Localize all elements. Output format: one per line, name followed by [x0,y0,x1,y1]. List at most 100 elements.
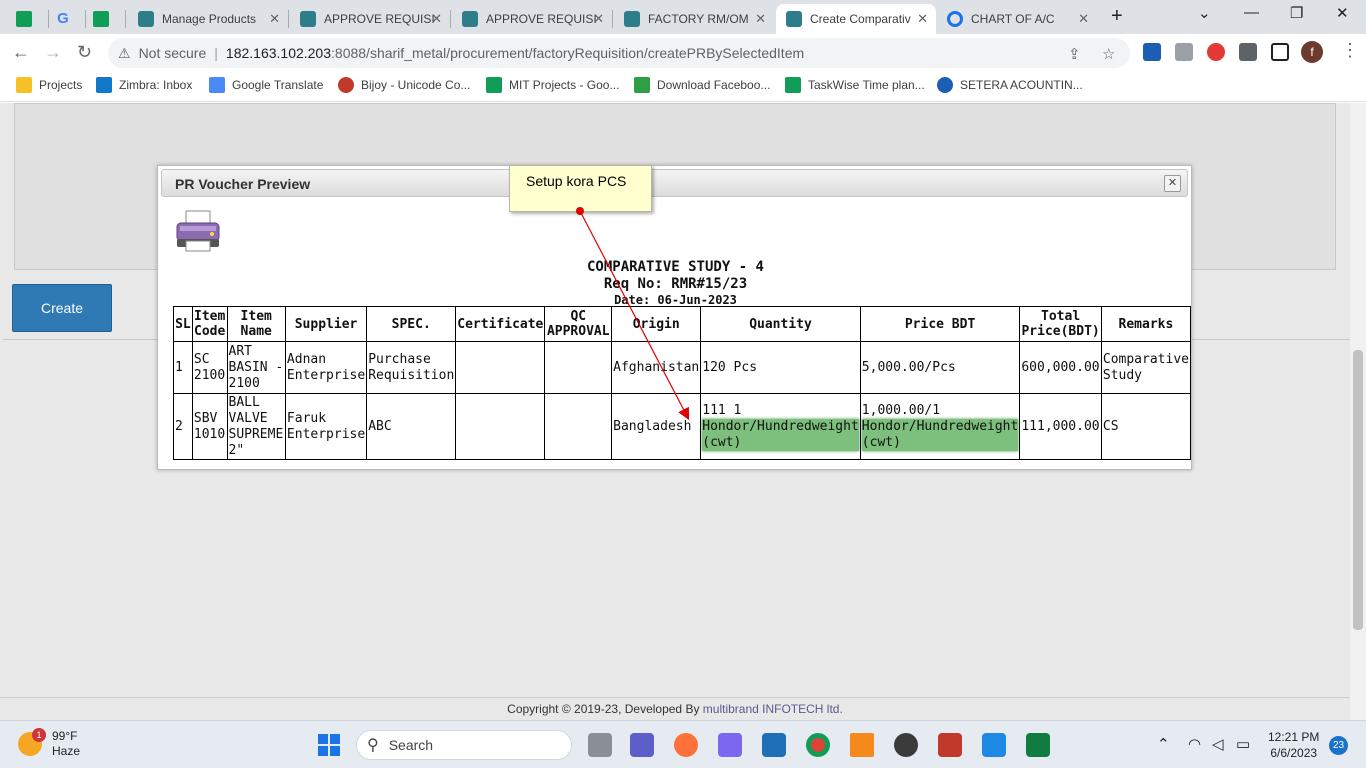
temperature: 99°F [52,729,78,743]
app-s-icon[interactable] [762,733,786,757]
create-button[interactable]: Create [12,284,112,332]
clickup-icon[interactable] [718,733,742,757]
google-icon: G [57,10,69,27]
excel-icon[interactable] [1026,733,1050,757]
close-icon[interactable]: ✕ [1078,11,1089,27]
tab-pinned-sheets-2[interactable] [90,4,120,34]
sheets-icon [486,77,502,93]
column-header: Certificate [455,306,546,342]
not-secure-label: Not secure [138,45,207,61]
bookmark-taskwise[interactable]: TaskWise Time plan... [785,77,925,93]
sheets-icon [785,77,801,93]
column-header: SPEC. [366,306,457,342]
notepad-icon[interactable] [982,733,1006,757]
vlc-icon[interactable] [850,733,874,757]
column-header: Remarks [1100,306,1192,342]
url-host: 182.163.102.203 [225,45,332,61]
tab-chart-of-ac[interactable]: CHART OF A/C ✕ [937,4,1097,34]
document-header: COMPARATIVE STUDY - 4 Req No: RMR#15/23 … [158,259,1193,307]
avatar[interactable]: f [1301,41,1323,63]
taskbar: 1 99°F Haze ⚲ Search ⌃ ◠ ◁ ▭ 12:21 PM 6/6/2… [0,720,1366,768]
firefox-icon[interactable] [674,733,698,757]
close-icon[interactable]: ✕ [431,11,442,27]
column-header: Quantity [700,306,861,342]
tab-factory-rm[interactable]: FACTORY RM/OM ✕ [614,4,774,34]
share-icon[interactable]: ⇪ [1068,45,1081,63]
extension-icon[interactable] [1143,43,1161,61]
tab-search-icon[interactable]: ⌄ [1198,4,1211,22]
side-panel-icon[interactable] [1271,43,1289,61]
quantity-cell: 120 Pcs [700,341,861,394]
url-path: :8088/sharif_metal/procurement/factoryRe… [331,45,805,61]
close-window-icon[interactable]: ✕ [1336,4,1349,22]
weather-widget[interactable]: 1 99°F Haze [18,728,81,759]
sheets-icon [93,11,109,27]
tab-approve-requisition-2[interactable]: APPROVE REQUISI ✕ [452,4,612,34]
scrollbar-thumb[interactable] [1353,350,1363,630]
tab-manage-products[interactable]: Manage Products ✕ [128,4,288,34]
column-header: Item Name [226,306,286,342]
table-row: 1 SC 2100 ART BASIN - 2100 Adnan Enterpr… [173,341,1192,394]
bookmark-translate[interactable]: Google Translate [209,77,323,93]
restore-icon[interactable]: ❐ [1290,4,1303,22]
bookmark-projects[interactable]: Projects [16,77,82,93]
battery-icon[interactable]: ▭ [1236,735,1250,753]
extension-red-icon[interactable] [1207,43,1225,61]
close-icon[interactable]: ✕ [755,11,766,27]
puzzle-icon[interactable] [1239,43,1257,61]
chrome-icon[interactable] [806,733,830,757]
back-icon[interactable]: ← [12,42,30,63]
teams-icon[interactable] [630,733,654,757]
column-header: Origin [611,306,702,342]
close-icon[interactable]: ✕ [917,11,928,27]
page-scrollbar[interactable] [1350,103,1366,720]
volume-icon[interactable]: ◁ [1212,735,1224,753]
gear-icon [947,11,963,27]
tab-pinned-google[interactable]: G [52,4,82,34]
requisition-number: Req No: RMR#15/23 [603,276,748,292]
erp-icon [624,11,640,27]
zimbra-icon [96,77,112,93]
erp-icon [462,11,478,27]
developer-link[interactable]: multibrand INFOTECH ltd. [703,702,843,716]
document-title: COMPARATIVE STUDY - 4 [586,259,764,275]
bookmark-mit-projects[interactable]: MIT Projects - Goo... [486,77,619,93]
app-icon[interactable] [938,733,962,757]
close-icon[interactable]: ✕ [269,11,280,27]
highlighted-unit: Hondor/Hundredweight (cwt) [861,418,1019,451]
bookmark-zimbra[interactable]: Zimbra: Inbox [96,77,192,93]
taskbar-search[interactable]: ⚲ Search [356,730,572,760]
gear-icon [937,77,953,93]
system-clock[interactable]: 12:21 PM 6/6/2023 [1268,729,1319,761]
whatsapp-icon[interactable] [894,733,918,757]
close-icon[interactable]: ✕ [593,11,604,27]
start-icon[interactable] [317,733,341,757]
erp-icon [138,11,154,27]
menu-icon[interactable]: ⋮ [1341,40,1359,61]
bookmark-facebook[interactable]: Download Faceboo... [634,77,770,93]
forward-icon[interactable]: → [44,42,62,63]
camera-icon[interactable] [1175,43,1193,61]
close-icon[interactable]: ✕ [1164,175,1181,192]
weather-icon: 1 [18,728,46,756]
wifi-icon[interactable]: ◠ [1188,735,1201,753]
weather-badge: 1 [32,728,46,742]
printer-icon[interactable] [174,209,222,253]
bookmark-star-icon[interactable]: ☆ [1102,45,1115,63]
chevron-up-icon[interactable]: ⌃ [1157,735,1170,753]
tab-create-comparative[interactable]: Create Comparativ ✕ [776,4,936,34]
warning-icon: ⚠ [118,44,131,61]
reload-icon[interactable]: ↻ [77,42,92,63]
minimize-icon[interactable]: — [1244,4,1259,21]
notification-badge[interactable]: 23 [1329,736,1348,755]
bookmark-bijoy[interactable]: Bijoy - Unicode Co... [338,77,470,93]
new-tab-button[interactable]: + [1111,5,1123,28]
omnibox[interactable]: ⚠ Not secure | 182.163.102.203:8088/shar… [108,38,1130,68]
weather-condition: Haze [52,744,81,758]
tab-strip: G Manage Products ✕ APPROVE REQUISI ✕ APPR… [0,0,1366,34]
tab-approve-requisition[interactable]: APPROVE REQUISI ✕ [290,4,450,34]
sheets-icon [16,11,32,27]
bookmark-setera[interactable]: SETERA ACOUNTIN... [937,77,1083,93]
task-view-icon[interactable] [588,733,612,757]
tab-pinned-sheets[interactable] [13,4,43,34]
